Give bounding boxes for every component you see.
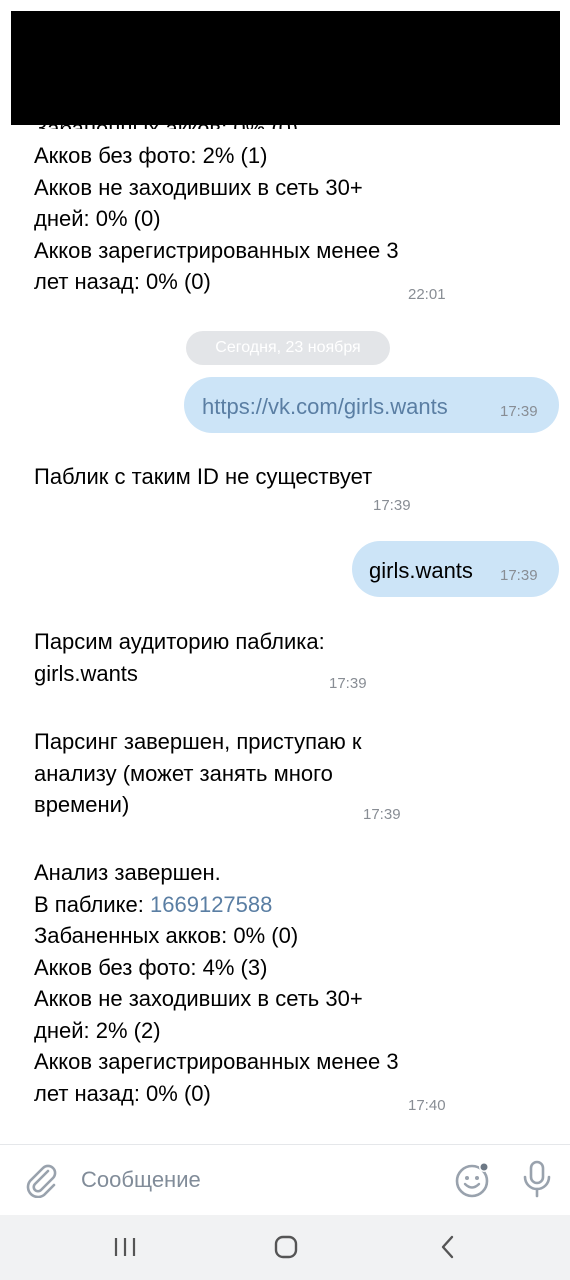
system-navigation-bar xyxy=(0,1215,570,1280)
message-composer: Сообщение xyxy=(0,1145,570,1215)
message-time: 17:39 xyxy=(329,675,367,692)
message-time: 22:01 xyxy=(408,286,446,303)
message-line: времени) xyxy=(34,792,130,817)
date-separator: Сегодня, 23 ноября xyxy=(186,331,390,365)
message-time: 17:39 xyxy=(373,497,411,514)
smile-icon[interactable] xyxy=(454,1161,492,1204)
message-line: girls.wants xyxy=(34,660,138,686)
redacted-header xyxy=(11,11,560,125)
outgoing-message[interactable]: girls.wants 17:39 xyxy=(352,541,559,597)
message-time: 17:39 xyxy=(500,403,538,420)
home-icon[interactable] xyxy=(274,1235,298,1264)
message-line: Акков зарегистрированных менее 3 xyxy=(34,1049,399,1074)
message-link[interactable]: https://vk.com/girls.wants xyxy=(202,396,448,418)
message-line: Парсим аудиторию паблика: xyxy=(34,629,325,654)
message-line: Акков без фото: 4% (3) xyxy=(34,954,268,980)
message-input[interactable]: Сообщение xyxy=(81,1167,201,1193)
message-line: лет назад: 0% (0) xyxy=(34,269,211,294)
incoming-message: Анализ завершен. В паблике: 1669127588 З… xyxy=(34,857,399,1109)
member-count-link[interactable]: 1669127588 xyxy=(150,892,272,917)
message-line: Акков не заходивших в сеть 30+ xyxy=(34,986,363,1011)
microphone-icon[interactable] xyxy=(521,1159,553,1204)
message-line: дней: 2% (2) xyxy=(34,1017,161,1043)
message-line: Акков без фото: 2% (1) xyxy=(34,143,268,168)
recent-apps-icon[interactable] xyxy=(113,1235,137,1264)
message-line: Паблик с таким ID не существует xyxy=(34,464,373,489)
incoming-message: Парсим аудиторию паблика: girls.wants xyxy=(34,626,325,689)
message-line: В паблике: 1669127588 xyxy=(34,891,273,917)
message-line: Акков зарегистрированных менее 3 xyxy=(34,237,399,263)
message-line: анализу (может занять много xyxy=(34,760,333,786)
message-line: Анализ завершен. xyxy=(34,860,221,885)
message-line: лет назад: 0% (0) xyxy=(34,1080,211,1106)
message-line: Парсинг завершен, приступаю к xyxy=(34,729,362,754)
message-time: 17:39 xyxy=(500,567,538,584)
back-icon[interactable] xyxy=(438,1235,458,1264)
message-line: дней: 0% (0) xyxy=(34,206,161,231)
message-text: girls.wants xyxy=(369,558,473,583)
paperclip-icon[interactable] xyxy=(24,1162,58,1203)
message-line: Забаненных акков: 0% (0) xyxy=(34,923,299,948)
incoming-message: Паблик с таким ID не существует xyxy=(34,461,372,493)
clipped-message-line: Забаненных акков: 0% (0) xyxy=(34,116,299,129)
message-line: Акков не заходивших в сеть 30+ xyxy=(34,174,363,200)
incoming-message: Акков без фото: 2% (1) Акков не заходивш… xyxy=(34,140,399,298)
message-time: 17:40 xyxy=(408,1097,446,1114)
message-time: 17:39 xyxy=(363,806,401,823)
incoming-message: Парсинг завершен, приступаю к анализу (м… xyxy=(34,726,362,821)
outgoing-message[interactable]: https://vk.com/girls.wants 17:39 xyxy=(184,377,559,433)
